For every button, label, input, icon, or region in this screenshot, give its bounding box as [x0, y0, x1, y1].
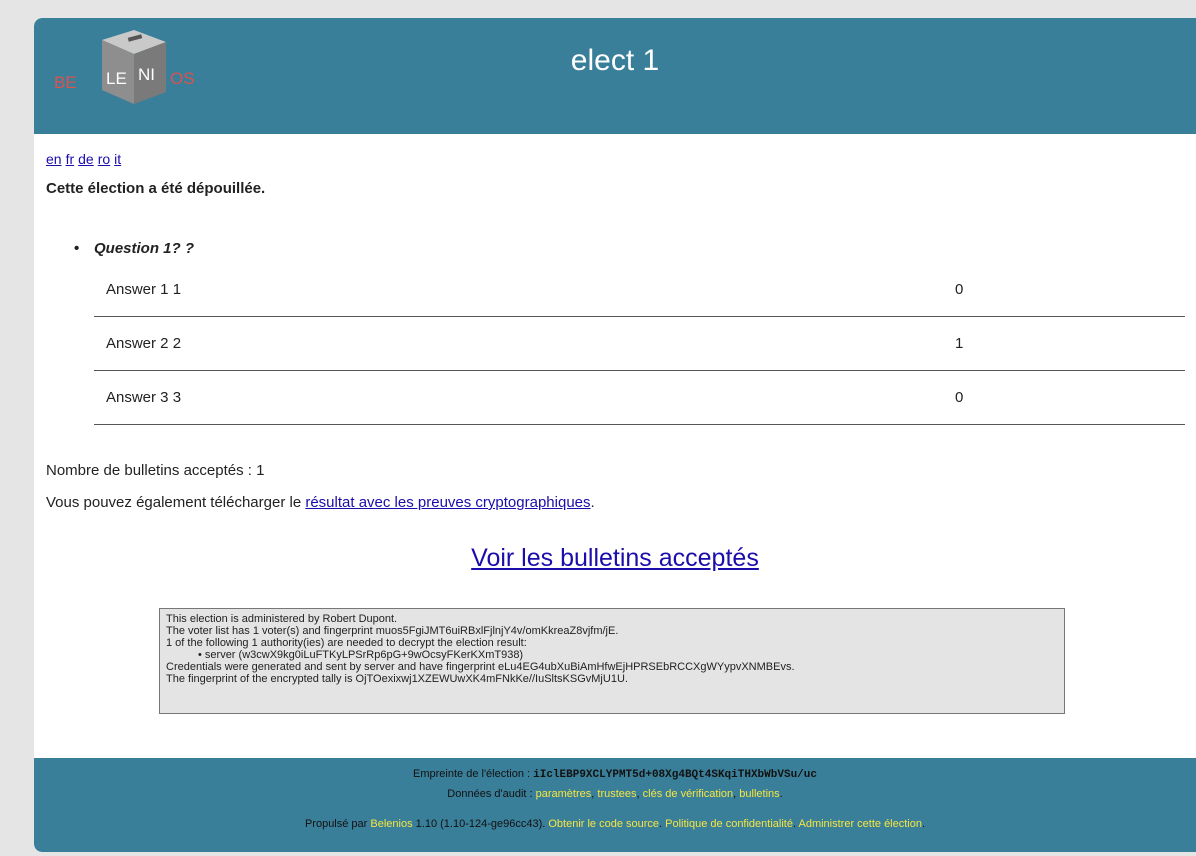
footer-powered-by: Propulsé par Belenios 1.10 (1.10-124-ge9…: [304, 818, 926, 830]
answer-count: 1: [955, 316, 1185, 371]
table-row: Answer 1 1 0: [94, 263, 1185, 317]
answer-count: 0: [955, 370, 1185, 425]
page-title: elect 1: [570, 44, 660, 77]
privacy-policy-link[interactable]: Politique de confidentialité: [665, 818, 793, 830]
audit-line: • server (w3cwX9kg0iLuFTKyLPSrRp6pG+9wOc…: [198, 649, 524, 661]
audit-link-verification-keys[interactable]: clés de vérification: [643, 788, 734, 800]
audit-line: The fingerprint of the encrypted tally i…: [166, 673, 628, 685]
fingerprint-value: iIclEBP9XCLYPMT5d+08Xg4BQt4SKqiTHXbWbVSu…: [533, 769, 817, 781]
audit-info-box: This election is administered by Robert …: [159, 608, 1065, 714]
lang-link-fr[interactable]: fr: [66, 151, 75, 167]
accepted-count: Nombre de bulletins acceptés : 1: [46, 462, 265, 479]
audit-link-ballots[interactable]: bulletins: [739, 788, 779, 800]
lang-link-en[interactable]: en: [46, 151, 62, 167]
bullet-icon: •: [74, 240, 80, 257]
footer: Empreinte de l'élection : iIclEBP9XCLYPM…: [34, 758, 1196, 852]
audit-link-parameters[interactable]: paramètres: [536, 788, 592, 800]
header: BE LE NI OS elect 1: [34, 18, 1196, 134]
lang-link-ro[interactable]: ro: [98, 151, 110, 167]
results-table: Answer 1 1 0 Answer 2 2 1 Answer 3 3 0: [94, 263, 1185, 425]
download-line: Vous pouvez également télécharger le rés…: [46, 494, 595, 511]
audit-line: 1 of the following 1 authority(ies) are …: [166, 637, 527, 649]
footer-audit-data: Données d'audit : paramètres, trustees, …: [447, 788, 783, 800]
download-result-link[interactable]: résultat avec les preuves cryptographiqu…: [305, 494, 590, 511]
answer-label: Answer 2 2: [94, 316, 955, 371]
powered-label: Propulsé par: [304, 818, 371, 830]
source-code-link[interactable]: Obtenir le code source: [548, 818, 659, 830]
answer-label: Answer 3 3: [94, 370, 955, 425]
lang-link-de[interactable]: de: [78, 151, 94, 167]
answer-label: Answer 1 1: [94, 263, 955, 317]
view-ballots: Voir les bulletins acceptés: [34, 544, 1196, 573]
fingerprint-label: Empreinte de l'élection :: [413, 768, 534, 780]
election-status: Cette élection a été dépouillée.: [46, 180, 266, 197]
footer-fingerprint: Empreinte de l'élection : iIclEBP9XCLYPM…: [34, 768, 1196, 781]
table-row: Answer 3 3 0: [94, 370, 1185, 425]
page: BE LE NI OS elect 1 en fr de ro it Cette éle…: [34, 18, 1196, 852]
question-heading: • Question 1? ?: [74, 240, 194, 257]
download-prefix: Vous pouvez également télécharger le: [46, 494, 306, 511]
version-text: 1.10 (1.10-124-ge96cc43).: [412, 818, 549, 830]
audit-link-trustees[interactable]: trustees: [597, 788, 636, 800]
language-selector: en fr de ro it: [46, 151, 125, 167]
table-row: Answer 2 2 1: [94, 316, 1185, 371]
belenios-link[interactable]: Belenios: [370, 818, 412, 830]
view-ballots-link[interactable]: Voir les bulletins acceptés: [471, 544, 759, 572]
admin-election-link[interactable]: Administrer cette élection: [798, 818, 922, 830]
lang-link-it[interactable]: it: [114, 151, 121, 167]
audit-line: This election is administered by Robert …: [166, 613, 398, 625]
answer-count: 0: [955, 263, 1185, 317]
question-label: Question 1? ?: [94, 240, 195, 257]
audit-line: The voter list has 1 voter(s) and finger…: [166, 625, 619, 637]
download-suffix: .: [590, 494, 595, 511]
audit-line: Credentials were generated and sent by s…: [166, 661, 795, 673]
audit-data-label: Données d'audit :: [447, 788, 536, 800]
